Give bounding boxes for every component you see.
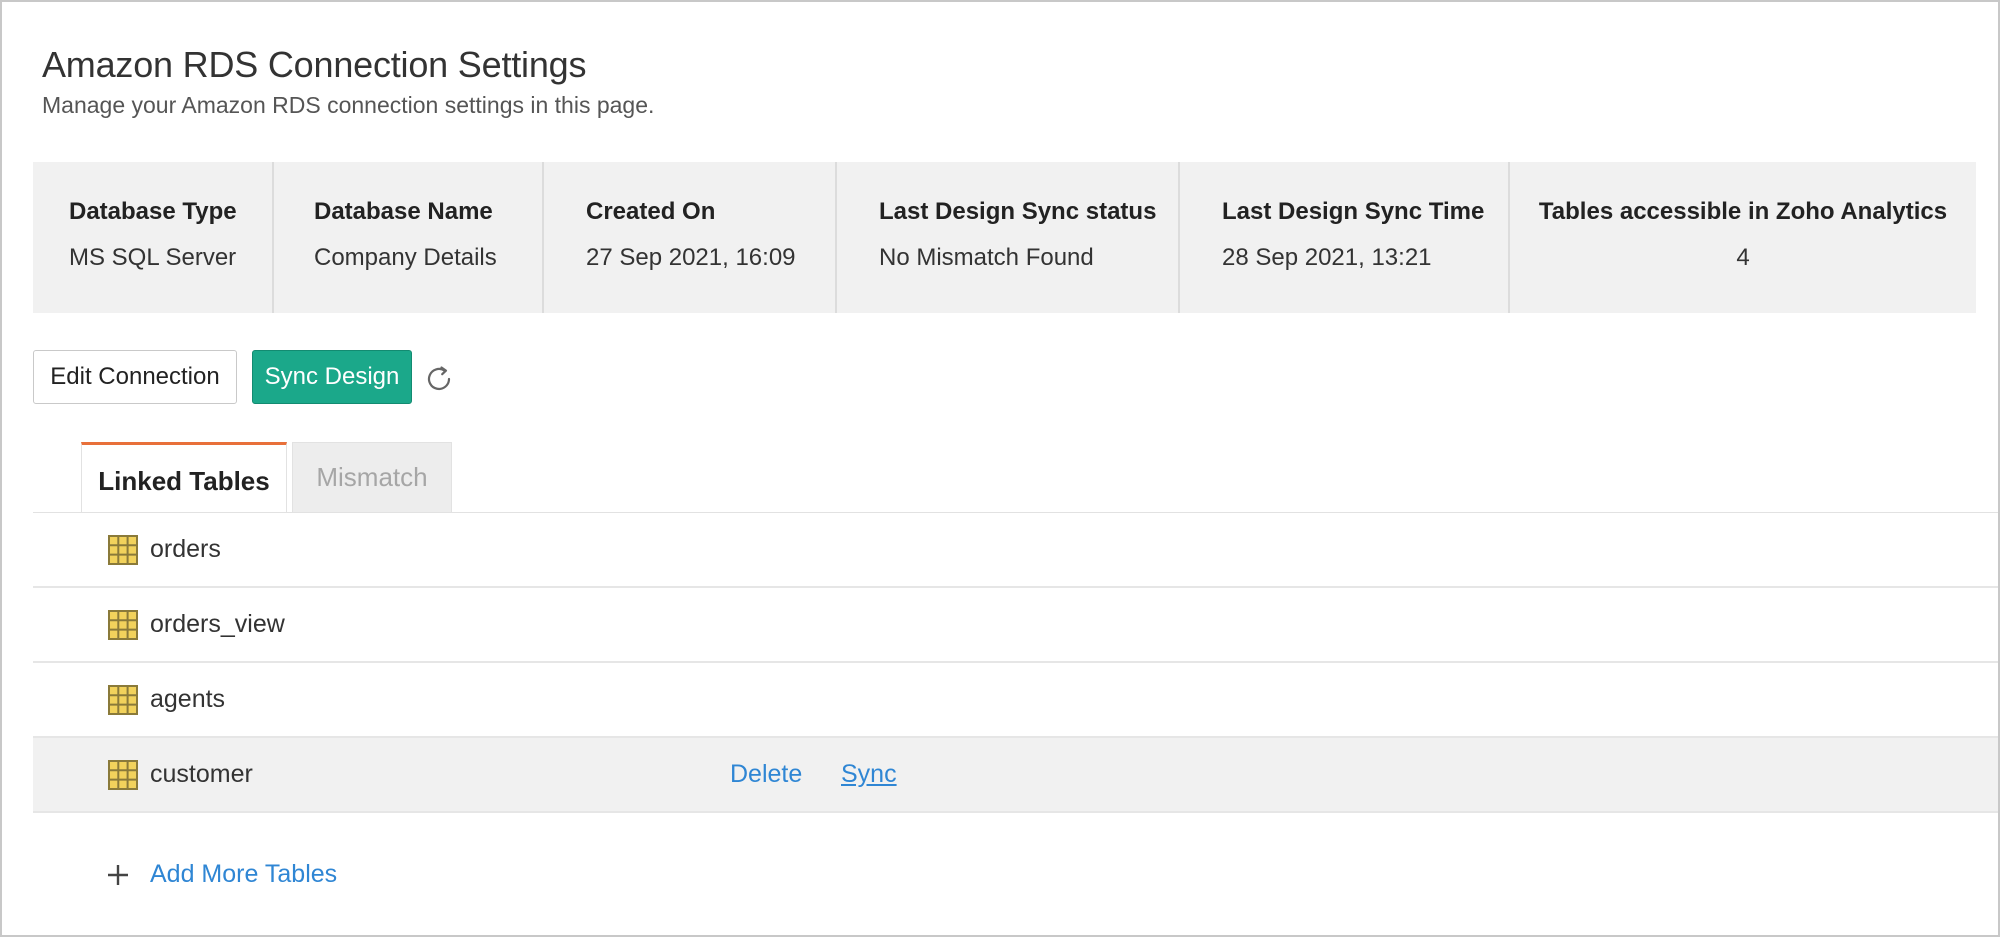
info-last-sync-time: Last Design Sync Time 28 Sep 2021, 13:21 xyxy=(1180,162,1510,313)
settings-window: Amazon RDS Connection Settings Manage yo… xyxy=(0,0,2000,937)
table-grid-icon xyxy=(108,610,138,640)
tab-mismatch[interactable]: Mismatch xyxy=(292,442,452,512)
table-row[interactable]: orders_view xyxy=(33,588,1998,663)
table-row[interactable]: customer Delete Sync xyxy=(33,738,1998,813)
table-grid-icon xyxy=(108,760,138,790)
info-last-sync-status: Last Design Sync status No Mismatch Foun… xyxy=(837,162,1180,313)
info-label: Database Name xyxy=(314,198,493,225)
table-row[interactable]: agents xyxy=(33,663,1998,738)
table-name: agents xyxy=(150,685,226,713)
connection-info-panel: Database Type MS SQL Server Database Nam… xyxy=(33,162,1976,313)
info-value: MS SQL Server xyxy=(69,244,237,271)
delete-table-link[interactable]: Delete xyxy=(730,760,802,789)
info-database-type: Database Type MS SQL Server xyxy=(33,162,274,313)
add-more-tables-link[interactable]: Add More Tables xyxy=(106,860,337,889)
table-name: orders_view xyxy=(150,610,285,638)
info-value: 27 Sep 2021, 16:09 xyxy=(586,244,796,271)
table-row[interactable]: orders xyxy=(33,513,1998,588)
info-label: Tables accessible in Zoho Analytics xyxy=(1538,198,1948,225)
page-subtitle: Manage your Amazon RDS connection settin… xyxy=(42,92,655,118)
info-tables-accessible: Tables accessible in Zoho Analytics 4 xyxy=(1510,162,1976,313)
table-grid-icon xyxy=(108,535,138,565)
table-name: customer xyxy=(150,760,253,788)
plus-icon xyxy=(108,864,128,885)
tab-linked-tables[interactable]: Linked Tables xyxy=(81,442,287,512)
linked-tables-list: orders orders_view agents customer Delet… xyxy=(33,513,1998,813)
table-grid-icon xyxy=(108,685,138,715)
info-label: Last Design Sync status xyxy=(879,198,1157,225)
add-more-tables-label: Add More Tables xyxy=(150,860,338,888)
info-label: Database Type xyxy=(69,198,237,225)
info-created-on: Created On 27 Sep 2021, 16:09 xyxy=(544,162,837,313)
table-name: orders xyxy=(150,535,221,563)
info-value: 28 Sep 2021, 13:21 xyxy=(1222,244,1432,271)
info-value: No Mismatch Found xyxy=(879,244,1094,271)
info-label: Created On xyxy=(586,198,716,225)
page-title: Amazon RDS Connection Settings xyxy=(42,44,587,85)
edit-connection-button[interactable]: Edit Connection xyxy=(33,350,237,404)
sync-design-button[interactable]: Sync Design xyxy=(252,350,412,404)
info-label: Last Design Sync Time xyxy=(1222,198,1485,225)
info-value: 4 xyxy=(1736,244,1750,271)
info-database-name: Database Name Company Details xyxy=(274,162,544,313)
refresh-icon[interactable] xyxy=(424,364,454,394)
sync-table-link[interactable]: Sync xyxy=(841,760,897,789)
info-value: Company Details xyxy=(314,244,497,271)
